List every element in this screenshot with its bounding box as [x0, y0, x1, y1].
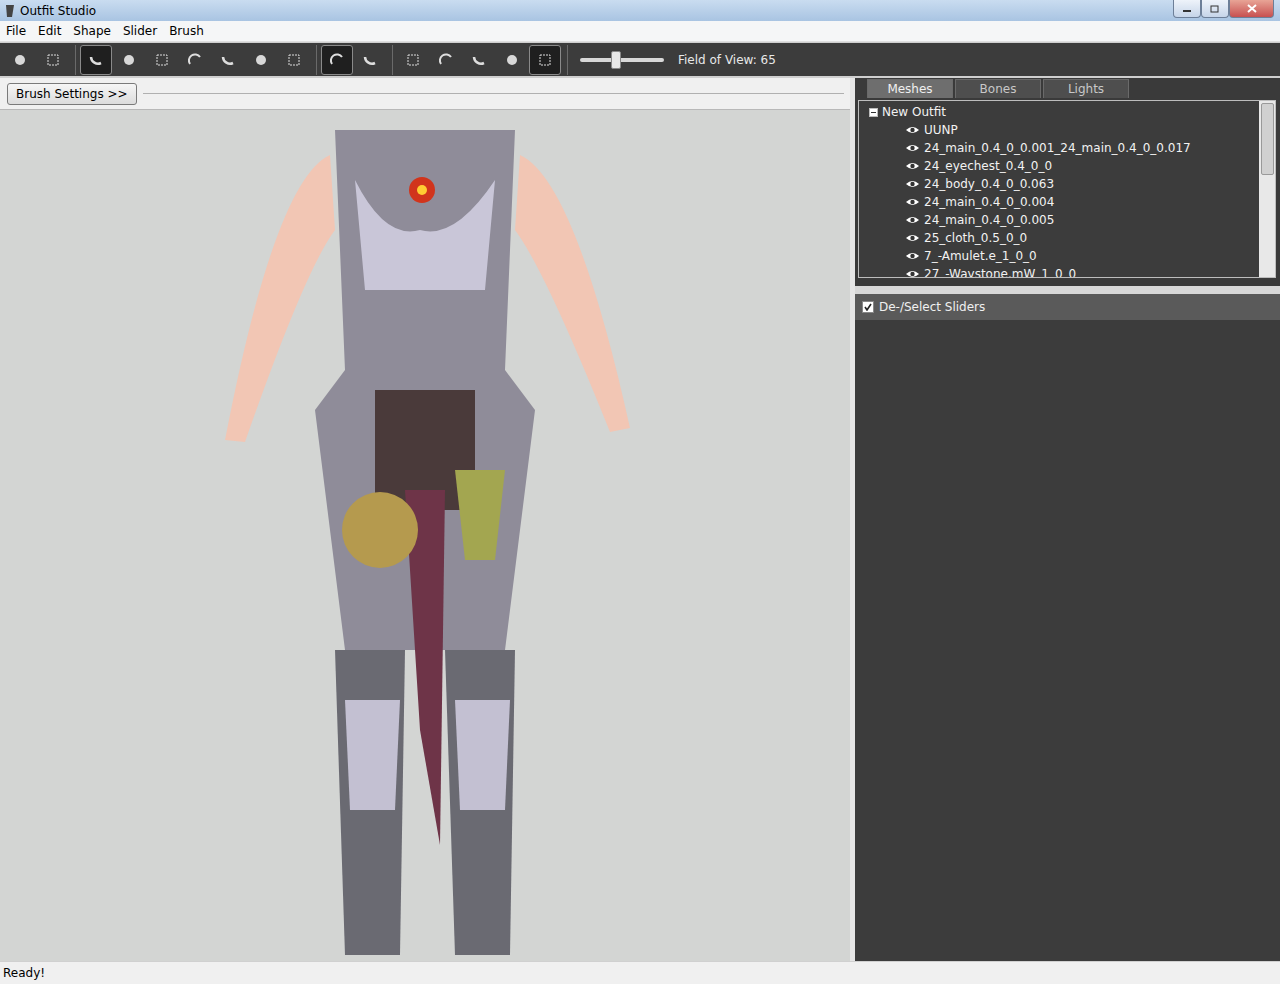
eye-icon[interactable]	[905, 251, 920, 261]
tool-icon	[536, 51, 554, 69]
tool-icon	[437, 51, 455, 69]
menu-item[interactable]: Shape	[67, 24, 117, 38]
tree-item[interactable]: 24_main_0.4_0_0.005	[869, 211, 1259, 229]
tool-icon	[252, 51, 270, 69]
tool-button[interactable]	[397, 45, 429, 75]
mesh-tree: New OutfitUUNP24_main_0.4_0_0.001_24_mai…	[858, 100, 1276, 278]
tree-item[interactable]: 24_body_0.4_0_0.063	[869, 175, 1259, 193]
eye-icon[interactable]	[905, 197, 920, 207]
eye-icon[interactable]	[905, 143, 920, 153]
tool-icon	[285, 51, 303, 69]
tab[interactable]: Lights	[1043, 79, 1129, 98]
menu-item[interactable]: Slider	[117, 24, 163, 38]
tab[interactable]: Bones	[955, 79, 1041, 98]
tool-icon	[120, 51, 138, 69]
eye-icon[interactable]	[905, 125, 920, 135]
tree-item[interactable]: 27_-Waystone.mW_1_0_0	[869, 265, 1259, 277]
tool-button[interactable]	[430, 45, 462, 75]
tab[interactable]: Meshes	[867, 79, 953, 98]
check-icon	[864, 303, 872, 311]
tool-button[interactable]	[113, 45, 145, 75]
maximize-button[interactable]	[1201, 0, 1229, 18]
tree-item[interactable]: 24_eyechest_0.4_0_0	[869, 157, 1259, 175]
tool-button[interactable]	[4, 45, 36, 75]
tool-group	[80, 45, 317, 75]
tool-button[interactable]	[496, 45, 528, 75]
eye-icon[interactable]	[905, 215, 920, 225]
tree-item[interactable]: UUNP	[869, 121, 1259, 139]
tree-root[interactable]: New Outfit	[869, 103, 1259, 121]
brush-settings-button[interactable]: Brush Settings >>	[7, 83, 137, 105]
title-bar: Outfit Studio	[0, 0, 1280, 21]
tool-icon	[328, 51, 346, 69]
tree-item[interactable]: 24_main_0.4_0_0.001_24_main_0.4_0_0.017	[869, 139, 1259, 157]
close-icon	[1247, 4, 1257, 13]
tool-button[interactable]	[212, 45, 244, 75]
tree-item[interactable]: 25_cloth_0.5_0_0	[869, 229, 1259, 247]
tool-button[interactable]	[321, 45, 353, 75]
tab-row: MeshesBonesLights	[855, 78, 1280, 98]
tree-item[interactable]: 7_-Amulet.e_1_0_0	[869, 247, 1259, 265]
tool-button[interactable]	[179, 45, 211, 75]
tool-button[interactable]	[37, 45, 69, 75]
scrollbar[interactable]	[1259, 101, 1275, 277]
eye-icon[interactable]	[905, 233, 920, 243]
tool-icon	[87, 51, 105, 69]
menu-item[interactable]: Edit	[32, 24, 67, 38]
tool-button[interactable]	[529, 45, 561, 75]
tool-icon	[11, 51, 29, 69]
tool-button[interactable]	[80, 45, 112, 75]
tool-icon	[361, 51, 379, 69]
minimize-icon	[1182, 5, 1192, 13]
fov-slider[interactable]	[580, 58, 664, 62]
window-title: Outfit Studio	[20, 4, 96, 18]
tool-icon	[186, 51, 204, 69]
tool-button[interactable]	[245, 45, 277, 75]
tool-icon	[219, 51, 237, 69]
tool-group	[4, 45, 76, 75]
tool-button[interactable]	[463, 45, 495, 75]
tool-group	[397, 45, 568, 75]
side-panel: MeshesBonesLightsNew OutfitUUNP24_main_0…	[855, 78, 1280, 961]
tool-icon	[44, 51, 62, 69]
model-render[interactable]	[205, 110, 645, 955]
tool-icon	[470, 51, 488, 69]
slider-knob[interactable]	[611, 51, 621, 69]
tool-button[interactable]	[354, 45, 386, 75]
viewport[interactable]	[0, 110, 850, 961]
tool-icon	[153, 51, 171, 69]
status-bar: Ready!	[0, 961, 1280, 984]
tool-icon	[503, 51, 521, 69]
slider-list	[855, 320, 1280, 961]
eye-icon[interactable]	[905, 269, 920, 277]
toolbar: Field of View: 65	[0, 42, 1280, 78]
tool-button[interactable]	[278, 45, 310, 75]
close-button[interactable]	[1229, 0, 1274, 18]
checkbox[interactable]	[862, 301, 874, 313]
menu-bar: FileEditShapeSliderBrush	[0, 21, 1280, 42]
select-sliders-row[interactable]: De-/Select Sliders	[855, 294, 1280, 320]
collapse-icon[interactable]	[869, 108, 878, 117]
tool-icon	[404, 51, 422, 69]
fov-label: Field of View: 65	[678, 53, 776, 67]
tree-item[interactable]: 24_main_0.4_0_0.004	[869, 193, 1259, 211]
eye-icon[interactable]	[905, 179, 920, 189]
tool-button[interactable]	[146, 45, 178, 75]
brush-bar: Brush Settings >>	[0, 78, 850, 110]
minimize-button[interactable]	[1173, 0, 1201, 18]
menu-item[interactable]: Brush	[163, 24, 210, 38]
outfit-studio-window: Outfit Studio FileEditShapeSliderBrush Fie…	[0, 0, 1280, 984]
menu-item[interactable]: File	[0, 24, 32, 38]
viewport-panel: Brush Settings >>	[0, 78, 850, 961]
app-icon	[4, 4, 16, 18]
restore-icon	[1210, 4, 1220, 13]
eye-icon[interactable]	[905, 161, 920, 171]
tool-group	[321, 45, 393, 75]
